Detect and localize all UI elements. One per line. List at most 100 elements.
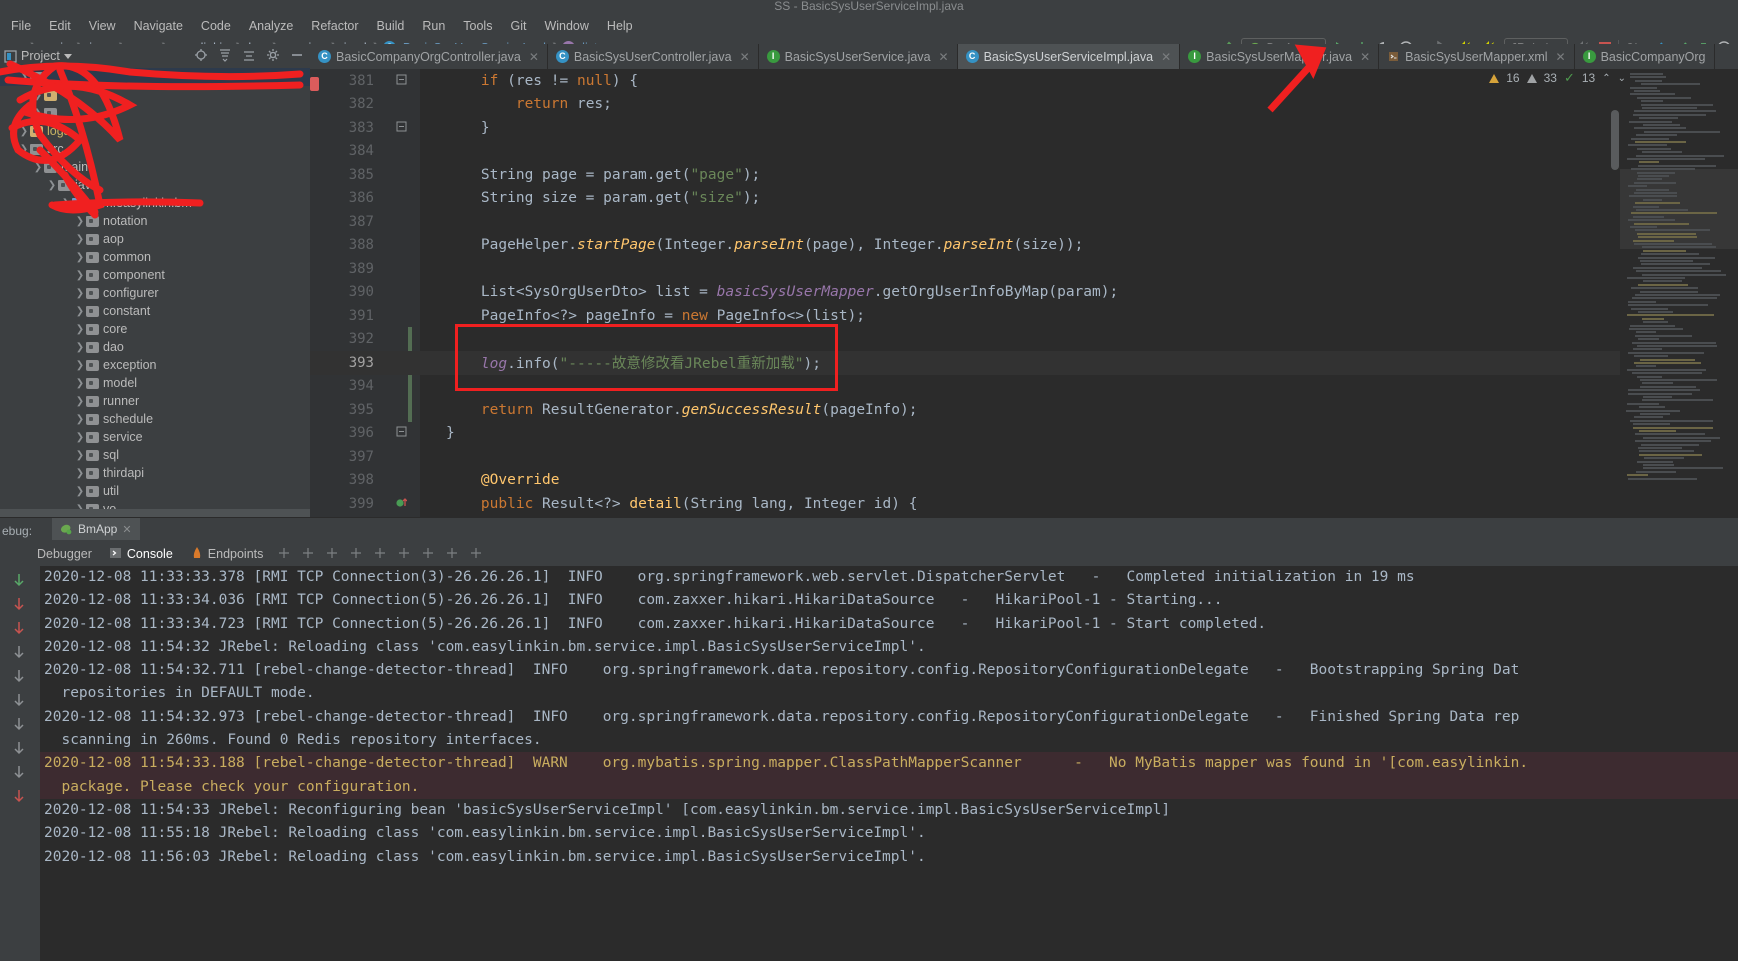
tree-node[interactable]: ❯: [0, 104, 310, 122]
scroll-end-icon[interactable]: [11, 740, 29, 758]
locate-icon[interactable]: [194, 48, 208, 65]
chevron-right-icon[interactable]: ❯: [74, 234, 86, 245]
editor-tab[interactable]: C BasicSysUserController.java ✕: [548, 44, 759, 69]
chevron-right-icon[interactable]: ❯: [74, 432, 86, 443]
scroll-down-icon[interactable]: [11, 692, 29, 710]
menu-item-view[interactable]: View: [80, 16, 125, 36]
chevron-right-icon[interactable]: ❯: [18, 144, 30, 155]
menu-item-file[interactable]: File: [2, 16, 40, 36]
tree-node[interactable]: ❯ aop: [0, 230, 310, 248]
tree-node[interactable]: ❯ component: [0, 266, 310, 284]
step-into-icon[interactable]: [325, 546, 339, 563]
chevron-right-icon[interactable]: ❯: [46, 180, 58, 191]
chevron-right-icon[interactable]: ❯: [74, 378, 86, 389]
layout-icon[interactable]: [277, 546, 291, 563]
tree-node[interactable]: ❯ main: [0, 158, 310, 176]
chevron-right-icon[interactable]: ❯: [32, 162, 44, 173]
step-over-icon[interactable]: [301, 546, 315, 563]
debug-tab-endpoints[interactable]: Endpoints: [187, 546, 268, 562]
collapse-all-icon[interactable]: [242, 48, 256, 65]
chevron-right-icon[interactable]: ❯: [74, 486, 86, 497]
code-line[interactable]: 394: [310, 375, 1738, 399]
debug-session-tab[interactable]: BmApp ✕: [52, 518, 140, 540]
menu-item-edit[interactable]: Edit: [40, 16, 80, 36]
breakpoint-marker[interactable]: [310, 77, 319, 91]
code-fold-icon[interactable]: [382, 121, 420, 135]
console-side-toolbar[interactable]: [0, 566, 40, 961]
print-icon[interactable]: [11, 764, 29, 782]
chevron-right-icon[interactable]: ❯: [74, 360, 86, 371]
close-icon[interactable]: ✕: [122, 523, 131, 536]
mute-icon[interactable]: [11, 644, 29, 662]
code-line[interactable]: 389: [310, 257, 1738, 281]
menu-item-build[interactable]: Build: [368, 16, 414, 36]
soft-wrap-icon[interactable]: [469, 546, 483, 563]
code-line[interactable]: 388 PageHelper.startPage(Integer.parseIn…: [310, 234, 1738, 258]
tree-node[interactable]: ❯: [0, 68, 310, 86]
drop-frame-icon[interactable]: [421, 546, 435, 563]
debug-session-tabs[interactable]: BmApp ✕: [52, 518, 1738, 540]
tree-node[interactable]: ❯ exception: [0, 356, 310, 374]
tree-node[interactable]: ❯ dao: [0, 338, 310, 356]
chevron-right-icon[interactable]: ❯: [60, 198, 72, 209]
menu-item-code[interactable]: Code: [192, 16, 240, 36]
close-icon[interactable]: ✕: [1360, 50, 1370, 64]
expand-all-icon[interactable]: [218, 48, 232, 65]
tree-node[interactable]: ❯ common: [0, 248, 310, 266]
trash-icon[interactable]: [11, 788, 29, 806]
code-line[interactable]: 382 return res;: [310, 93, 1738, 117]
code-fold-icon[interactable]: [382, 496, 420, 512]
chevron-right-icon[interactable]: ❯: [74, 342, 86, 353]
debug-tab-debugger[interactable]: Debugger: [16, 547, 96, 562]
menu-item-analyze[interactable]: Analyze: [240, 16, 302, 36]
menu-item-tools[interactable]: Tools: [454, 16, 501, 36]
chevron-down-icon[interactable]: ⌄: [1618, 73, 1626, 84]
chevron-up-icon[interactable]: ⌃: [1602, 73, 1610, 84]
editor-scrollbar[interactable]: [1611, 110, 1619, 170]
project-tree-hscrollbar[interactable]: [0, 509, 310, 517]
force-step-into-icon[interactable]: [349, 546, 363, 563]
debug-tab-console[interactable]: Console: [106, 547, 177, 562]
code-line[interactable]: 386 String size = param.get("size");: [310, 187, 1738, 211]
close-icon[interactable]: ✕: [529, 50, 539, 64]
chevron-right-icon[interactable]: ❯: [18, 126, 30, 137]
editor-tab[interactable]: I BasicSysUserService.java ✕: [759, 44, 958, 69]
menu-item-help[interactable]: Help: [598, 16, 642, 36]
code-editor[interactable]: 381 if (res != null) {382 return res; 383…: [310, 69, 1738, 517]
chevron-right-icon[interactable]: ❯: [74, 306, 86, 317]
code-line[interactable]: 396}: [310, 422, 1738, 446]
project-tree[interactable]: ❯ ❯ ❯ ❯ logs ❯ src ❯ main ❯ java ❯ com.easylinkin.bm…: [0, 68, 310, 517]
console-output[interactable]: 2020-12-08 11:33:33.378 [RMI TCP Connect…: [40, 566, 1738, 961]
chevron-right-icon[interactable]: ❯: [74, 216, 86, 227]
code-line[interactable]: 399 public Result<?> detail(String lang,…: [310, 492, 1738, 516]
chevron-right-icon[interactable]: ❯: [74, 396, 86, 407]
close-icon[interactable]: ✕: [1161, 50, 1171, 64]
code-line[interactable]: 384: [310, 140, 1738, 164]
rerun-icon[interactable]: [11, 572, 29, 590]
tree-node[interactable]: ❯ util: [0, 482, 310, 500]
code-line[interactable]: 397: [310, 445, 1738, 469]
close-icon[interactable]: ✕: [1556, 50, 1566, 64]
chevron-right-icon[interactable]: ❯: [74, 468, 86, 479]
tree-node[interactable]: ❯ thirdapi: [0, 464, 310, 482]
run-to-cursor-icon[interactable]: [397, 546, 411, 563]
scroll-up-icon[interactable]: [11, 668, 29, 686]
code-line[interactable]: 391 PageInfo<?> pageInfo = new PageInfo<…: [310, 304, 1738, 328]
down-arrow-icon[interactable]: [11, 620, 29, 638]
code-line[interactable]: 390 List<SysOrgUserDto> list = basicSysU…: [310, 281, 1738, 305]
editor-tab[interactable]: C BasicCompanyOrgController.java ✕: [310, 44, 548, 69]
editor-tab[interactable]: BasicSysUserMapper.xml ✕: [1379, 44, 1574, 69]
code-lines[interactable]: 381 if (res != null) {382 return res; 383…: [310, 69, 1738, 517]
evaluate-icon[interactable]: [445, 546, 459, 563]
hide-icon[interactable]: [290, 48, 304, 65]
debug-toolbar[interactable]: Debugger Console Endpoints: [0, 542, 1738, 566]
editor-minimap[interactable]: [1620, 69, 1738, 517]
tree-node[interactable]: ❯ sql: [0, 446, 310, 464]
tree-node[interactable]: ❯ logs: [0, 122, 310, 140]
tree-node[interactable]: ❯ src: [0, 140, 310, 158]
menu-item-refactor[interactable]: Refactor: [302, 16, 367, 36]
close-icon[interactable]: ✕: [740, 50, 750, 64]
code-line[interactable]: 393 log.info("-----故意修改看JRebel重新加载");: [310, 351, 1738, 375]
tree-node[interactable]: ❯ configurer: [0, 284, 310, 302]
chevron-right-icon[interactable]: ❯: [18, 72, 30, 83]
